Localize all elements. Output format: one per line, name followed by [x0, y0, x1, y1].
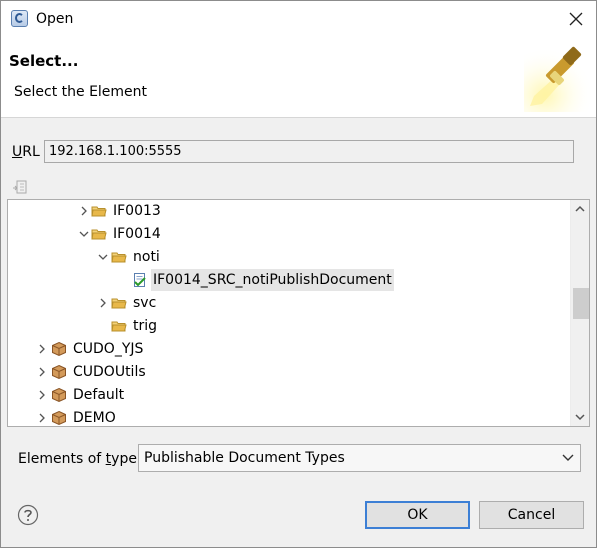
title-bar: Open [1, 1, 596, 37]
chevron-right-icon[interactable] [36, 384, 48, 406]
tree-row[interactable]: IF0014_SRC_notiPublishDocument [8, 269, 568, 291]
chevron-right-icon[interactable] [97, 292, 109, 314]
tree-row[interactable]: IF0014 [8, 223, 568, 245]
scroll-up-icon[interactable] [571, 200, 589, 218]
chevron-down-icon [562, 454, 574, 461]
open-dialog: Open Select... Select the Element URL 19… [0, 0, 597, 548]
tree-item-label: IF0013 [113, 203, 161, 219]
tree-row[interactable]: Default [8, 384, 568, 406]
dialog-header: Select... Select the Element [1, 37, 596, 118]
type-filter-label: Elements of type: [18, 451, 142, 467]
help-icon[interactable] [17, 504, 39, 526]
tree-item-label: DEMO [73, 410, 116, 426]
tree-scrollbar[interactable] [570, 200, 589, 426]
type-filter-value: Publishable Document Types [144, 450, 345, 466]
url-field[interactable]: 192.168.1.100:5555 [44, 140, 574, 163]
chevron-right-icon[interactable] [36, 407, 48, 427]
scroll-down-icon[interactable] [571, 408, 589, 426]
url-label: URL [12, 144, 40, 160]
tree-item-label: IF0014_SRC_notiPublishDocument [151, 269, 394, 291]
package-icon [52, 341, 66, 357]
scroll-thumb[interactable] [573, 288, 589, 319]
type-filter-select[interactable]: Publishable Document Types [138, 444, 581, 472]
chevron-down-icon[interactable] [97, 246, 109, 268]
app-icon [11, 10, 28, 27]
package-icon [52, 410, 66, 426]
tree-item-label: CUDO_YJS [73, 341, 144, 357]
chevron-down-icon[interactable] [78, 223, 90, 245]
close-icon[interactable] [567, 10, 585, 28]
folder-icon [91, 229, 107, 240]
tree-row[interactable]: trig [8, 315, 568, 337]
tree-row[interactable]: noti [8, 246, 568, 268]
cancel-button[interactable]: Cancel [479, 501, 584, 529]
tree-item-label: CUDOUtils [73, 364, 146, 380]
tree-row[interactable]: svc [8, 292, 568, 314]
package-icon [52, 364, 66, 380]
folder-icon [111, 321, 127, 332]
tree-item-label: IF0014 [113, 226, 161, 242]
document-type-icon [134, 273, 146, 287]
tree-row[interactable]: DEMO [8, 407, 568, 427]
chevron-right-icon[interactable] [36, 338, 48, 360]
chevron-right-icon[interactable] [36, 361, 48, 383]
tree-item-label: Default [73, 387, 125, 403]
tree-row[interactable]: CUDO_YJS [8, 338, 568, 360]
tree-row[interactable]: CUDOUtils [8, 361, 568, 383]
window-title: Open [36, 11, 74, 27]
tree-item-label: trig [133, 318, 158, 334]
folder-icon [91, 206, 107, 217]
collapse-all-icon[interactable] [11, 179, 29, 197]
tree-item-label: svc [133, 295, 157, 311]
folder-icon [111, 252, 127, 263]
folder-icon [111, 298, 127, 309]
tree-row[interactable]: IF0013 [8, 200, 568, 222]
tree-item-label: noti [133, 249, 160, 265]
package-icon [52, 387, 66, 403]
ok-button[interactable]: OK [365, 501, 470, 529]
header-message: Select the Element [14, 84, 148, 100]
flashlight-wizard-icon [524, 44, 594, 112]
chevron-right-icon[interactable] [78, 200, 90, 222]
header-title: Select... [9, 52, 79, 70]
element-tree[interactable]: IF0013 IF0014 noti IF0014_SRC_notiPublishDo… [7, 199, 590, 427]
